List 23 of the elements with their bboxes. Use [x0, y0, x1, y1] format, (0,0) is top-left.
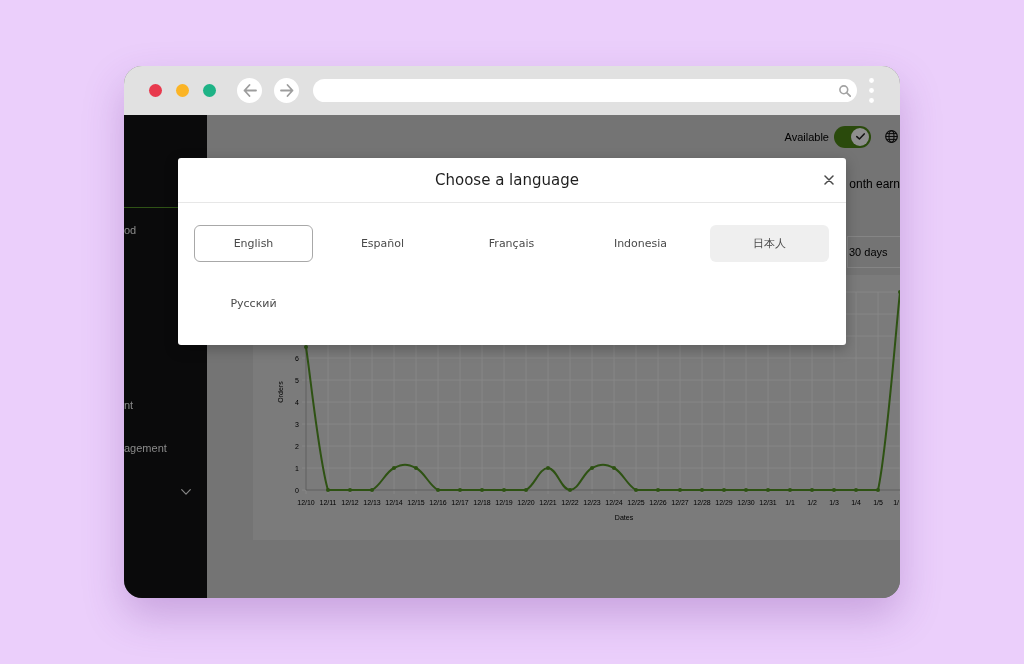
minimize-window-button[interactable]	[176, 84, 189, 97]
period-dropdown[interactable]: 30 days	[847, 236, 900, 268]
language-option[interactable]: English	[194, 225, 313, 262]
close-icon	[824, 175, 834, 185]
right-arrow-icon	[279, 83, 294, 98]
sidebar-item[interactable]: od	[124, 223, 137, 237]
sidebar-item[interactable]: nt	[124, 398, 134, 412]
page-subtitle: onth earn	[849, 176, 900, 192]
back-button[interactable]	[237, 78, 262, 103]
dialog-title: Choose a language	[435, 171, 579, 189]
search-icon	[839, 84, 851, 97]
globe-icon[interactable]	[885, 130, 898, 143]
availability-toggle[interactable]	[834, 125, 871, 148]
forward-button[interactable]	[274, 78, 299, 103]
chevron-down-icon[interactable]	[181, 489, 191, 495]
maximize-window-button[interactable]	[203, 84, 216, 97]
close-button[interactable]	[822, 173, 836, 187]
check-icon	[855, 133, 865, 140]
close-window-button[interactable]	[149, 84, 162, 97]
availability-label: Available	[784, 130, 829, 143]
sidebar-item[interactable]: agement	[124, 441, 167, 455]
left-arrow-icon	[242, 83, 257, 98]
language-option[interactable]: 日本人	[710, 225, 829, 262]
